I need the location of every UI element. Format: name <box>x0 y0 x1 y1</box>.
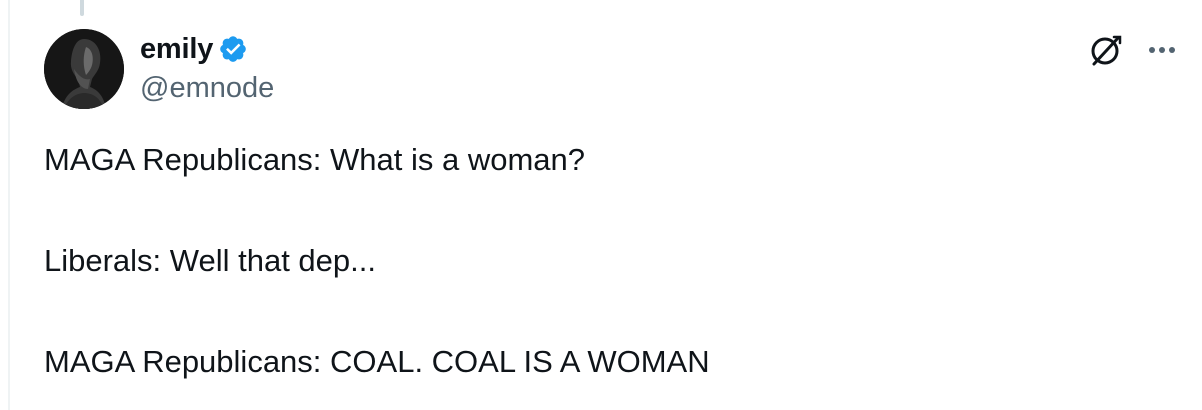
tweet-top-actions <box>1086 30 1180 70</box>
avatar-photo-icon <box>44 29 124 109</box>
tweet-text: MAGA Republicans: What is a woman? Liber… <box>44 140 710 382</box>
grok-icon[interactable] <box>1086 30 1126 70</box>
thread-connector-line <box>80 0 84 16</box>
verified-badge-icon[interactable] <box>218 34 248 64</box>
card-left-border <box>8 0 10 410</box>
author-display-name[interactable]: emily <box>140 33 213 66</box>
author-handle[interactable]: @emnode <box>140 72 274 105</box>
tweet-card[interactable]: emily @emnode MAGA Republicans: What is … <box>0 0 1202 410</box>
tweet-line-1: MAGA Republicans: What is a woman? <box>44 142 586 177</box>
more-options-icon[interactable] <box>1144 32 1180 68</box>
author-name-row[interactable]: emily <box>140 30 248 68</box>
avatar[interactable] <box>44 29 124 109</box>
tweet-line-3: MAGA Republicans: COAL. COAL IS A WOMAN <box>44 344 710 379</box>
tweet-line-2: Liberals: Well that dep... <box>44 243 376 278</box>
